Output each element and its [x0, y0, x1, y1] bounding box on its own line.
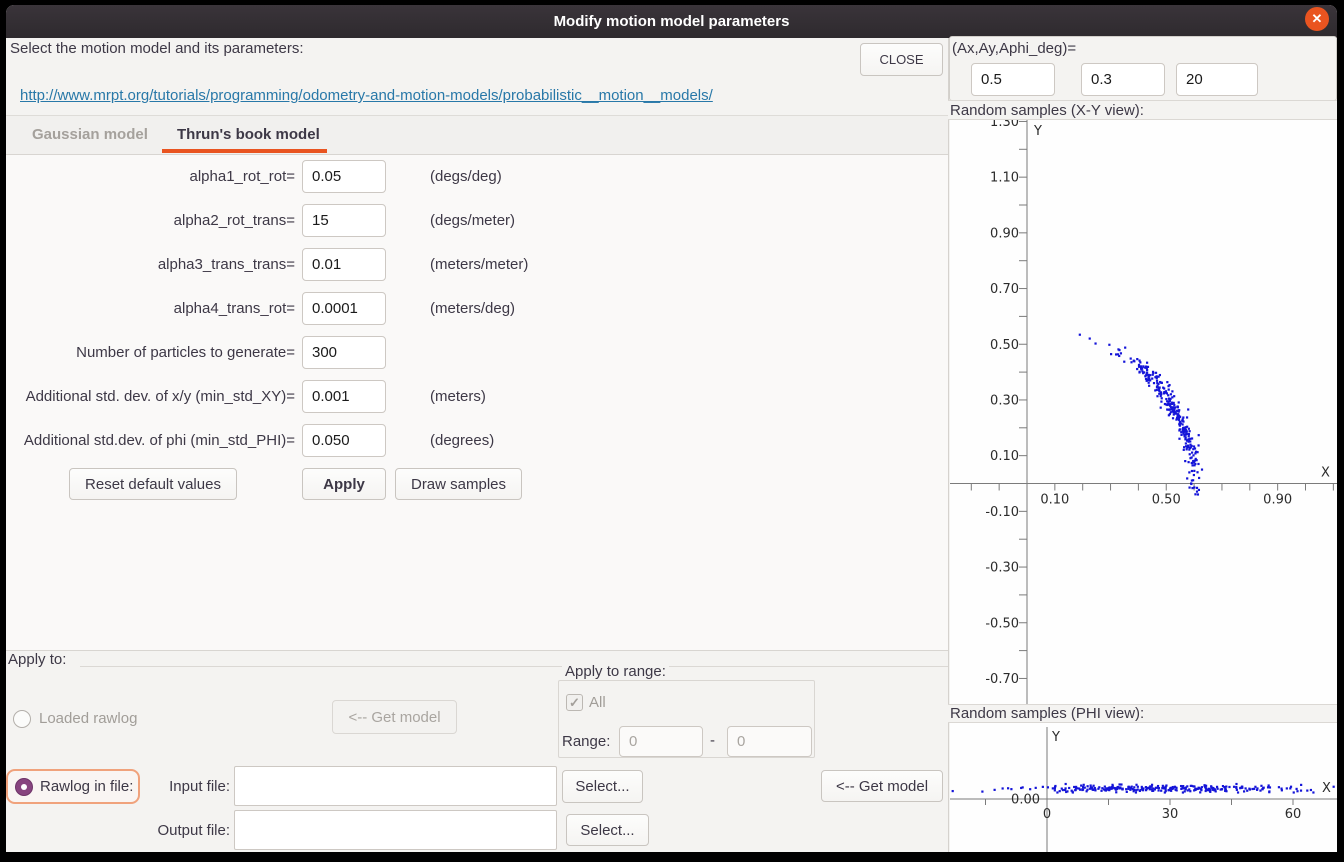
- tutorial-link[interactable]: http://www.mrpt.org/tutorials/programmin…: [20, 87, 713, 104]
- active-tab-indicator: [162, 149, 327, 153]
- all-checkbox[interactable]: ✓: [566, 694, 583, 711]
- svg-text:0.50: 0.50: [990, 338, 1019, 353]
- close-icon: ✕: [1312, 11, 1323, 27]
- draw-samples-button[interactable]: Draw samples: [395, 468, 522, 500]
- svg-text:-0.70: -0.70: [985, 672, 1019, 687]
- xy-view-title: Random samples (X-Y view):: [948, 100, 1337, 120]
- svg-text:1.30: 1.30: [990, 120, 1019, 130]
- alpha3-input[interactable]: [302, 248, 386, 281]
- range-dash: -: [710, 732, 715, 749]
- titlebar[interactable]: Modify motion model parameters: [6, 5, 1337, 38]
- range-to-input[interactable]: [727, 726, 812, 757]
- param-unit: (degrees): [430, 432, 494, 449]
- apply-to-group-label: Apply to:: [8, 651, 66, 668]
- param-unit: (meters/deg): [430, 300, 515, 317]
- svg-text:0.90: 0.90: [990, 226, 1019, 241]
- get-model-button[interactable]: <-- Get model: [821, 770, 943, 802]
- form-row: alpha3_trans_trans= (meters/meter): [6, 242, 948, 286]
- loaded-rawlog-radio[interactable]: [13, 710, 31, 728]
- param-label: alpha4_trans_rot=: [6, 300, 295, 317]
- form-row: alpha1_rot_rot= (degs/deg): [6, 154, 948, 198]
- param-unit: (degs/meter): [430, 212, 515, 229]
- input-file-field[interactable]: [234, 766, 557, 806]
- svg-text:0.90: 0.90: [1263, 493, 1292, 508]
- svg-text:X: X: [1322, 781, 1331, 796]
- param-unit: (meters/meter): [430, 256, 528, 273]
- param-label: alpha2_rot_trans=: [6, 212, 295, 229]
- select-input-file-button[interactable]: Select...: [562, 770, 643, 803]
- form-row: alpha2_rot_trans= (degs/meter): [6, 198, 948, 242]
- ax-input[interactable]: [971, 63, 1055, 96]
- svg-text:30: 30: [1162, 807, 1179, 822]
- param-label: alpha3_trans_trans=: [6, 256, 295, 273]
- param-label: alpha1_rot_rot=: [6, 168, 295, 185]
- alpha2-input[interactable]: [302, 204, 386, 237]
- parameter-form: alpha1_rot_rot= (degs/deg) alpha2_rot_tr…: [6, 154, 948, 462]
- window-title: Modify motion model parameters: [554, 13, 790, 30]
- select-output-file-button[interactable]: Select...: [566, 814, 649, 846]
- phi-view-title: Random samples (PHI view):: [948, 704, 1337, 723]
- apply-to-group-border: [80, 666, 948, 667]
- xy-samples-chart[interactable]: 0.10 0.50 0.90 1.30 1.10 0.90 0.70 0.50 0.30 0.10…: [950, 120, 1337, 704]
- input-file-label: Input file:: [60, 778, 230, 795]
- radio-dot: [21, 784, 27, 790]
- svg-text:X: X: [1321, 466, 1330, 481]
- rawlog-in-file-radio[interactable]: [15, 778, 33, 796]
- form-row: Number of particles to generate=: [6, 330, 948, 374]
- close-dialog-button[interactable]: CLOSE: [860, 43, 943, 76]
- svg-text:0.10: 0.10: [1040, 493, 1069, 508]
- svg-text:60: 60: [1285, 807, 1302, 822]
- range-from-input[interactable]: [619, 726, 703, 757]
- param-unit: (degs/deg): [430, 168, 502, 185]
- svg-text:0.50: 0.50: [1152, 493, 1181, 508]
- loaded-rawlog-label: Loaded rawlog: [39, 710, 137, 727]
- min-std-xy-input[interactable]: [302, 380, 386, 413]
- svg-text:Y: Y: [1051, 730, 1060, 745]
- svg-text:Y: Y: [1033, 124, 1042, 139]
- form-row: alpha4_trans_rot= (meters/deg): [6, 286, 948, 330]
- window-close-button[interactable]: ✕: [1305, 7, 1329, 31]
- param-unit: (meters): [430, 388, 486, 405]
- aphi-input[interactable]: [1176, 63, 1258, 96]
- svg-text:0.70: 0.70: [990, 282, 1019, 297]
- alpha4-input[interactable]: [302, 292, 386, 325]
- svg-text:-0.10: -0.10: [985, 505, 1019, 520]
- phi-samples-chart[interactable]: 0 30 60 0.00 Y X: [950, 723, 1337, 852]
- svg-text:0.10: 0.10: [990, 449, 1019, 464]
- phi-view-title-text: Random samples (PHI view):: [950, 705, 1144, 722]
- apply-to-range-label: Apply to range:: [562, 663, 669, 680]
- get-model-button-disabled[interactable]: <-- Get model: [332, 700, 457, 734]
- svg-text:0.00: 0.00: [1011, 793, 1040, 808]
- form-row: Additional std.dev. of phi (min_std_PHI)…: [6, 418, 948, 462]
- all-checkbox-label: All: [589, 694, 606, 711]
- apply-button[interactable]: Apply: [302, 468, 386, 500]
- svg-text:0.30: 0.30: [990, 393, 1019, 408]
- particles-input[interactable]: [302, 336, 386, 369]
- pose-increment-label: (Ax,Ay,Aphi_deg)=: [952, 40, 1076, 57]
- param-label: Number of particles to generate=: [6, 344, 295, 361]
- output-file-label: Output file:: [60, 822, 230, 839]
- param-label: Additional std.dev. of phi (min_std_PHI)…: [6, 432, 295, 449]
- svg-text:0: 0: [1043, 807, 1051, 822]
- svg-text:-0.30: -0.30: [985, 561, 1019, 576]
- output-file-field[interactable]: [234, 810, 557, 850]
- ay-input[interactable]: [1081, 63, 1165, 96]
- alpha1-input[interactable]: [302, 160, 386, 193]
- reset-defaults-button[interactable]: Reset default values: [69, 468, 237, 500]
- svg-text:-0.50: -0.50: [985, 616, 1019, 631]
- param-label: Additional std. dev. of x/y (min_std_XY)…: [6, 388, 295, 405]
- min-std-phi-input[interactable]: [302, 424, 386, 457]
- form-row: Additional std. dev. of x/y (min_std_XY)…: [6, 374, 948, 418]
- instruction-label: Select the motion model and its paramete…: [10, 40, 303, 57]
- check-icon: ✓: [569, 695, 580, 711]
- xy-view-title-text: Random samples (X-Y view):: [950, 102, 1144, 119]
- svg-text:1.10: 1.10: [990, 171, 1019, 186]
- tab-gaussian-model[interactable]: Gaussian model: [32, 115, 148, 154]
- range-label: Range:: [562, 733, 610, 750]
